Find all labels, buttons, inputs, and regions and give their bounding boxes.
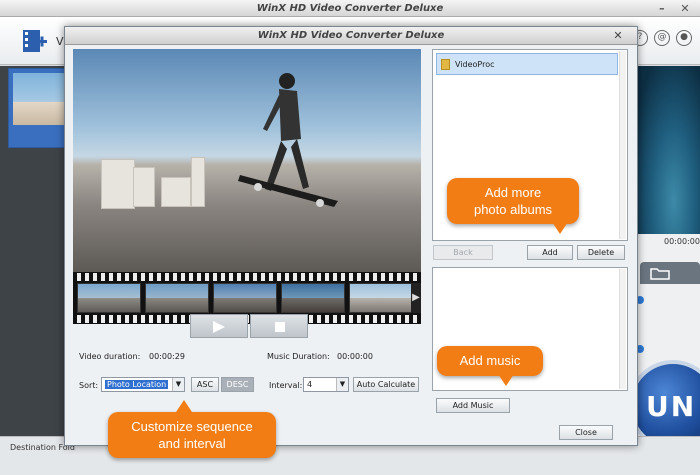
run-label: UN: [646, 390, 697, 423]
playback-controls: [190, 314, 308, 338]
chevron-down-icon: ▼: [172, 378, 184, 391]
back-button[interactable]: Back: [433, 245, 493, 260]
music-duration-value: 00:00:00: [337, 352, 373, 361]
user-icon[interactable]: ●: [676, 30, 692, 46]
stop-icon: [275, 322, 285, 332]
video-thumbnail[interactable]: [8, 68, 68, 148]
time-display: 00:00:00: [664, 237, 700, 246]
sort-select[interactable]: Photo Location ▼: [101, 377, 185, 392]
dialog-title: WinX HD Video Converter Deluxe: [257, 30, 445, 41]
main-close-icon[interactable]: ✕: [678, 2, 692, 15]
photo-preview: [73, 49, 421, 272]
film-frame[interactable]: [213, 283, 277, 313]
play-button[interactable]: [190, 314, 248, 338]
callout-customize: Customize sequence and interval: [108, 412, 276, 458]
folder-tab[interactable]: [640, 262, 700, 284]
dialog-titlebar: WinX HD Video Converter Deluxe ✕: [65, 27, 637, 45]
interval-value: 4: [307, 380, 313, 389]
music-list-scrollbar[interactable]: [619, 269, 626, 389]
album-item-videoproc[interactable]: VideoProc: [436, 53, 618, 75]
folder-icon: [441, 59, 450, 70]
callout-add-music: Add music: [437, 346, 543, 376]
play-icon: [213, 321, 225, 333]
minimize-icon[interactable]: –: [655, 2, 669, 15]
add-button[interactable]: Add: [527, 245, 573, 260]
photo-slideshow-dialog: WinX HD Video Converter Deluxe ✕ ▶ Video…: [64, 26, 638, 446]
delete-button[interactable]: Delete: [577, 245, 625, 260]
auto-calculate-button[interactable]: Auto Calculate: [353, 377, 419, 392]
music-duration-label: Music Duration:: [267, 352, 330, 361]
desc-button[interactable]: DESC: [221, 377, 254, 392]
filmstrip-next-icon[interactable]: ▶: [411, 283, 421, 313]
skateboard: [238, 175, 338, 207]
folder-icon: [650, 268, 670, 280]
video-duration-value: 00:00:29: [149, 352, 185, 361]
main-titlebar: WinX HD Video Converter Deluxe – ✕: [0, 0, 700, 17]
close-icon[interactable]: ✕: [610, 28, 626, 44]
interval-select[interactable]: 4 ▼: [303, 377, 349, 392]
callout-add-albums: Add more photo albums: [447, 178, 579, 224]
stop-button[interactable]: [250, 314, 308, 338]
mail-icon[interactable]: @: [654, 30, 670, 46]
preview-image: [634, 66, 700, 234]
album-list-scrollbar[interactable]: [619, 51, 626, 239]
album-item-label: VideoProc: [455, 60, 495, 69]
add-music-button[interactable]: Add Music: [436, 398, 510, 413]
chevron-down-icon: ▼: [336, 378, 348, 391]
add-video-icon[interactable]: [22, 28, 48, 54]
film-frame[interactable]: [281, 283, 345, 313]
interval-label: Interval:: [269, 381, 303, 390]
film-frame[interactable]: [77, 283, 141, 313]
video-duration-label: Video duration:: [79, 352, 141, 361]
sort-value: Photo Location: [105, 380, 169, 389]
main-window-title: WinX HD Video Converter Deluxe: [256, 3, 444, 14]
asc-button[interactable]: ASC: [191, 377, 219, 392]
sort-label: Sort:: [79, 381, 99, 390]
close-button[interactable]: Close: [559, 425, 613, 440]
film-frame[interactable]: [145, 283, 209, 313]
film-frame[interactable]: [349, 283, 413, 313]
toolbar-label: V: [56, 35, 64, 48]
